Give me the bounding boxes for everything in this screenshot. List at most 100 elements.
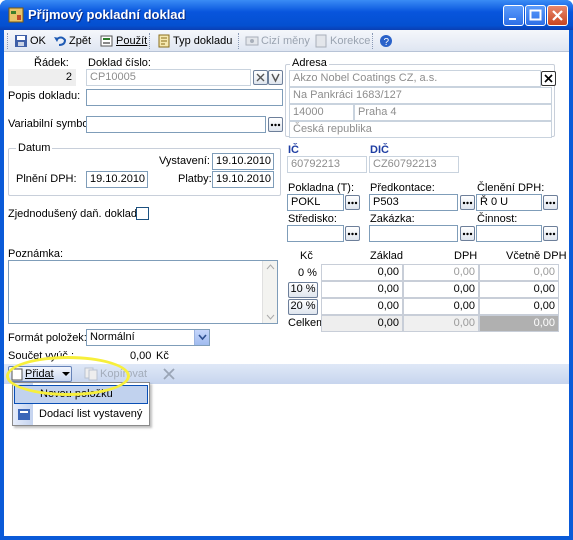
item-format-value: Normální [90, 331, 135, 343]
ellipsis-icon [545, 201, 556, 205]
undo-icon [54, 36, 67, 46]
variable-symbol-field[interactable] [86, 116, 266, 133]
document-form: Řádek: 2 Doklad číslo: CP10005 Popis dok… [4, 52, 569, 364]
vat-rate-20-label: 20 % [290, 300, 316, 312]
vat-row-total[interactable]: 0,00 [479, 281, 559, 298]
vat-row-total[interactable]: 0,00 [479, 298, 559, 315]
vat-header-base: Základ [370, 250, 404, 262]
vat-rate-20-button[interactable]: 20 % [288, 299, 318, 315]
menu-item-new-item[interactable]: Novou položku [14, 385, 148, 404]
vat-date-field[interactable]: 19.10.2010 [86, 171, 148, 188]
vat-row-total[interactable]: 0,00 [479, 264, 559, 281]
window: Příjmový pokladní doklad OK Zpět Použít [0, 0, 573, 540]
maximize-button[interactable] [525, 5, 546, 26]
toolbar-separator [149, 33, 150, 49]
address-city[interactable]: Praha 4 [354, 104, 552, 121]
order-lookup-button[interactable] [460, 226, 475, 241]
simplified-tax-doc-checkbox[interactable] [136, 207, 149, 220]
payment-date-field[interactable]: 19.10.2010 [212, 171, 274, 188]
date-group-label: Datum [16, 142, 53, 154]
ellipsis-icon [462, 201, 473, 205]
center-lookup-button[interactable] [345, 226, 360, 241]
order-field[interactable] [369, 225, 458, 242]
address-line2[interactable]: Na Pankráci 1683/127 [289, 87, 552, 104]
vat-row-label: 0 % [298, 267, 317, 279]
vat-header-currency: Kč [300, 250, 313, 262]
predkontace-field[interactable]: P503 [369, 194, 458, 211]
vat-rate-10-button[interactable]: 10 % [288, 282, 318, 298]
vat-breakdown-field[interactable]: Ř 0 U [476, 194, 542, 211]
variable-symbol-label: Variabilní symbol: [8, 118, 94, 130]
note-scrollbar[interactable] [262, 261, 277, 323]
cashbox-field[interactable]: POKL [287, 194, 344, 211]
close-button[interactable] [547, 5, 568, 26]
add-menu: Novou položku Dodací list vystavený [12, 382, 150, 426]
vat-breakdown-lookup-button[interactable] [543, 195, 558, 210]
toolbar-separator [372, 33, 373, 49]
clear-doc-number-button[interactable] [253, 70, 268, 85]
activity-lookup-button[interactable] [543, 226, 558, 241]
sum-currency: Kč [156, 350, 169, 362]
item-format-select[interactable]: Normální [86, 329, 210, 346]
ellipsis-icon [347, 232, 358, 236]
dic-label: DIČ [370, 144, 389, 156]
vat-row-vat[interactable]: 0,00 [403, 281, 479, 298]
note-textarea[interactable] [8, 260, 278, 324]
description-field[interactable] [86, 89, 283, 106]
copy-label: Kopírovat [100, 368, 148, 380]
predkontace-label: Předkontace: [370, 182, 435, 194]
vat-header-vat: DPH [454, 250, 478, 262]
document-type-icon [158, 34, 170, 48]
issue-date-label: Vystavení: [159, 155, 210, 167]
doc-number-label: Doklad číslo: [88, 57, 151, 69]
maximize-icon [529, 9, 542, 21]
item-format-label: Formát položek: [8, 332, 87, 344]
doc-number-field[interactable]: CP10005 [86, 69, 251, 86]
menu-item-new-item-label: Novou položku [40, 388, 113, 400]
apply-icon [100, 35, 113, 47]
cashbox-lookup-button[interactable] [345, 195, 360, 210]
payment-date-label: Platby: [178, 173, 212, 185]
item-format-dropdown-button[interactable] [194, 330, 209, 345]
vat-row-base[interactable]: 0,00 [321, 264, 403, 281]
vat-row-base[interactable]: 0,00 [321, 298, 403, 315]
dic-field[interactable]: CZ60792213 [369, 156, 459, 173]
variable-symbol-lookup-button[interactable] [268, 117, 283, 132]
activity-label: Činnost: [477, 213, 518, 225]
clear-address-button[interactable] [541, 71, 556, 86]
minimize-button[interactable] [503, 5, 524, 26]
issue-date-field[interactable]: 19.10.2010 [212, 153, 274, 170]
vat-header-total: Včetně DPH [506, 250, 567, 262]
center-field[interactable] [287, 225, 344, 242]
close-icon [552, 10, 563, 21]
predkontace-lookup-button[interactable] [460, 195, 475, 210]
vat-total-label: Celkem [288, 317, 326, 329]
checkmark-icon [271, 73, 280, 83]
vat-total-vat: 0,00 [403, 315, 479, 332]
document-icon [8, 7, 24, 23]
ellipsis-icon [347, 201, 358, 205]
delete-item-button[interactable] [162, 367, 176, 381]
toolbar-grip [7, 33, 8, 49]
vat-rate-10-label: 10 % [290, 283, 316, 295]
ic-field[interactable]: 60792213 [287, 156, 367, 173]
address-country[interactable]: Česká republika [289, 121, 552, 138]
address-zip[interactable]: 14000 [289, 104, 354, 121]
title-bar[interactable]: Příjmový pokladní doklad [0, 0, 573, 30]
address-line1[interactable]: Akzo Nobel Coatings CZ, a.s. [289, 70, 541, 87]
ellipsis-icon [462, 232, 473, 236]
scroll-arrows-icon [266, 264, 275, 320]
menu-item-delivery-note-label: Dodací list vystavený [39, 408, 143, 420]
vat-row-base[interactable]: 0,00 [321, 281, 403, 298]
save-icon [15, 35, 27, 47]
add-dropdown-button[interactable]: Přidat [8, 366, 72, 382]
confirm-doc-number-button[interactable] [268, 70, 283, 85]
vat-row-vat[interactable]: 0,00 [403, 264, 479, 281]
menu-item-delivery-note[interactable]: Dodací list vystavený [14, 405, 148, 424]
add-label: Přidat [25, 368, 54, 380]
close-icon [544, 74, 553, 83]
vat-row-vat[interactable]: 0,00 [403, 298, 479, 315]
activity-field[interactable] [476, 225, 542, 242]
simplified-tax-doc-label: Zjednodušený daň. doklad: [8, 208, 141, 220]
cashbox-label: Pokladna (T): [288, 182, 355, 194]
